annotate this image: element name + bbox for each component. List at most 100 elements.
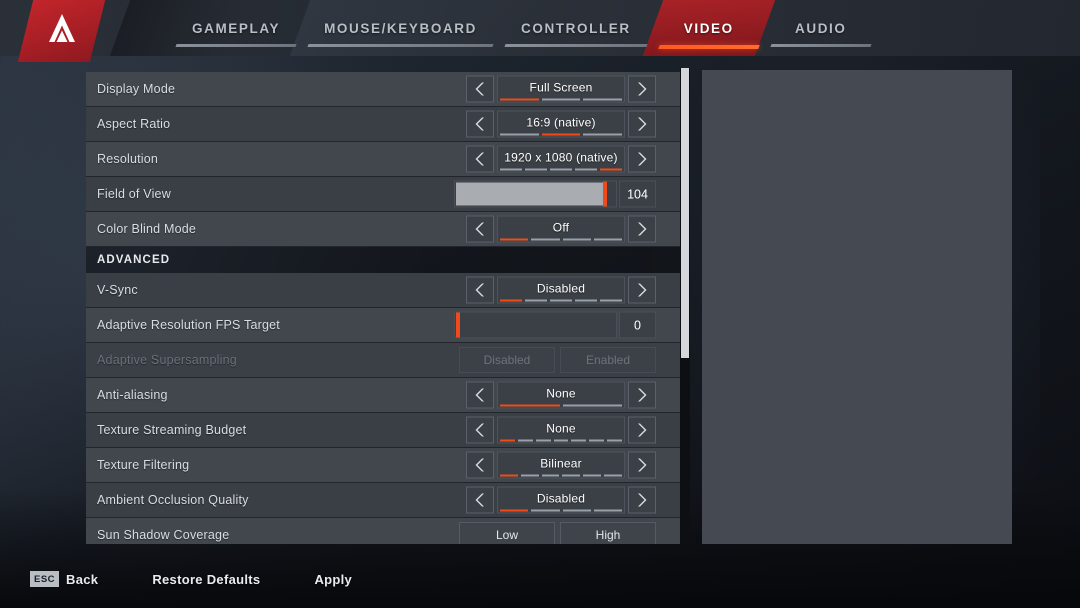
slider-track[interactable] <box>454 180 617 208</box>
settings-row-adaptive-supersampling: Adaptive Supersampling Disabled Enabled <box>86 343 682 378</box>
settings-scrollbar[interactable] <box>680 68 690 544</box>
tab-label: CONTROLLER <box>521 20 631 36</box>
option-segment <box>541 98 581 101</box>
selector-control: Disabled <box>466 486 656 514</box>
footer-action-restore-defaults[interactable]: Restore Defaults <box>152 572 260 587</box>
slider-control: 0 <box>454 311 656 339</box>
previous-option-button[interactable] <box>466 75 494 103</box>
chevron-left-icon <box>475 423 484 437</box>
option-segment <box>600 299 622 302</box>
settings-row-label: Sun Shadow Coverage <box>97 528 230 542</box>
slider-handle[interactable] <box>456 312 460 338</box>
selector-value: Off <box>552 220 570 235</box>
settings-row-label: Adaptive Supersampling <box>97 353 237 367</box>
selector-control: Disabled <box>466 276 656 304</box>
next-option-button[interactable] <box>628 486 656 514</box>
selector-control: None <box>466 416 656 444</box>
settings-row-aspect-ratio[interactable]: Aspect Ratio 16:9 (native) <box>86 107 682 142</box>
selector-control: Full Screen <box>466 75 656 103</box>
toggle-option-button[interactable]: Low <box>459 522 555 544</box>
selector-value-box[interactable]: Full Screen <box>497 75 625 103</box>
selector-value: None <box>546 421 576 436</box>
next-option-button[interactable] <box>628 145 656 173</box>
next-option-button[interactable] <box>628 110 656 138</box>
settings-row-texture-streaming-budget[interactable]: Texture Streaming Budget None <box>86 413 682 448</box>
tab-audio[interactable]: AUDIO <box>765 0 877 56</box>
settings-row-field-of-view[interactable]: Field of View 104 <box>86 177 682 212</box>
option-segment-indicator <box>500 133 623 136</box>
previous-option-button[interactable] <box>466 276 494 304</box>
tab-video[interactable]: VIDEO <box>642 0 775 56</box>
next-option-button[interactable] <box>628 75 656 103</box>
next-option-button[interactable] <box>628 381 656 409</box>
option-segment <box>525 299 547 302</box>
selector-control: 16:9 (native) <box>466 110 656 138</box>
option-segment <box>535 439 551 442</box>
section-title: ADVANCED <box>97 254 171 266</box>
slider-track[interactable] <box>454 311 617 339</box>
settings-row-label: V-Sync <box>97 283 138 297</box>
scrollbar-thumb[interactable] <box>681 68 689 359</box>
selector-value-box[interactable]: Disabled <box>497 486 625 514</box>
previous-option-button[interactable] <box>466 215 494 243</box>
toggle-option-button[interactable]: High <box>560 522 656 544</box>
previous-option-button[interactable] <box>466 486 494 514</box>
previous-option-button[interactable] <box>466 145 494 173</box>
chevron-left-icon <box>475 388 484 402</box>
option-segment <box>500 98 539 101</box>
option-segment <box>583 133 623 136</box>
chevron-right-icon <box>638 82 647 96</box>
option-segment <box>553 439 569 442</box>
settings-row-label: Resolution <box>97 152 159 166</box>
option-segment-indicator <box>500 474 622 477</box>
previous-option-button[interactable] <box>466 381 494 409</box>
chevron-left-icon <box>475 117 484 131</box>
settings-list[interactable]: Display Mode Full Screen Aspect Ratio 16:9 … <box>86 72 682 544</box>
tab-underline <box>658 45 760 49</box>
next-option-button[interactable] <box>628 416 656 444</box>
chevron-right-icon <box>638 388 647 402</box>
selector-value-box[interactable]: None <box>497 381 625 409</box>
selector-value-box[interactable]: None <box>497 416 625 444</box>
previous-option-button[interactable] <box>466 416 494 444</box>
tab-bar: GAMEPLAY MOUSE/KEYBOARD CONTROLLER VIDEO AUD… <box>170 0 877 56</box>
selector-value-box[interactable]: Disabled <box>497 276 625 304</box>
next-option-button[interactable] <box>628 215 656 243</box>
slider-fill <box>456 182 606 206</box>
selector-value-box[interactable]: Off <box>497 215 625 243</box>
settings-row-adaptive-resolution-fps-target[interactable]: Adaptive Resolution FPS Target 0 <box>86 308 682 343</box>
option-segment <box>500 133 539 136</box>
previous-option-button[interactable] <box>466 451 494 479</box>
settings-row-resolution[interactable]: Resolution 1920 x 1080 (native) <box>86 142 682 177</box>
tab-label: GAMEPLAY <box>192 20 281 36</box>
option-segment <box>541 133 581 136</box>
chevron-left-icon <box>475 82 484 96</box>
tab-controller[interactable]: CONTROLLER <box>499 0 653 56</box>
selector-value-box[interactable]: 1920 x 1080 (native) <box>497 145 625 173</box>
option-segment <box>593 238 622 241</box>
toggle-control: Disabled Enabled <box>459 347 656 373</box>
footer-action-apply[interactable]: Apply <box>314 572 352 587</box>
settings-row-display-mode[interactable]: Display Mode Full Screen <box>86 72 682 107</box>
footer-action-back[interactable]: ESC Back <box>30 571 98 587</box>
settings-row-texture-filtering[interactable]: Texture Filtering Bilinear <box>86 448 682 483</box>
option-segment-indicator <box>500 299 622 302</box>
settings-row-ambient-occlusion-quality[interactable]: Ambient Occlusion Quality Disabled <box>86 483 682 518</box>
next-option-button[interactable] <box>628 276 656 304</box>
option-segment <box>531 238 560 241</box>
settings-row-anti-aliasing[interactable]: Anti-aliasing None <box>86 378 682 413</box>
settings-row-sun-shadow-coverage[interactable]: Sun Shadow Coverage Low High <box>86 518 682 544</box>
settings-row-color-blind-mode[interactable]: Color Blind Mode Off <box>86 212 682 247</box>
tab-gameplay[interactable]: GAMEPLAY <box>170 0 302 56</box>
chevron-right-icon <box>638 458 647 472</box>
slider-handle[interactable] <box>602 181 607 207</box>
chevron-right-icon <box>638 493 647 507</box>
option-segment-indicator <box>500 439 623 442</box>
selector-value-box[interactable]: Bilinear <box>497 451 625 479</box>
next-option-button[interactable] <box>628 451 656 479</box>
selector-value-box[interactable]: 16:9 (native) <box>497 110 625 138</box>
previous-option-button[interactable] <box>466 110 494 138</box>
chevron-right-icon <box>638 423 647 437</box>
tab-mouse-keyboard[interactable]: MOUSE/KEYBOARD <box>302 0 499 56</box>
settings-row-v-sync[interactable]: V-Sync Disabled <box>86 273 682 308</box>
